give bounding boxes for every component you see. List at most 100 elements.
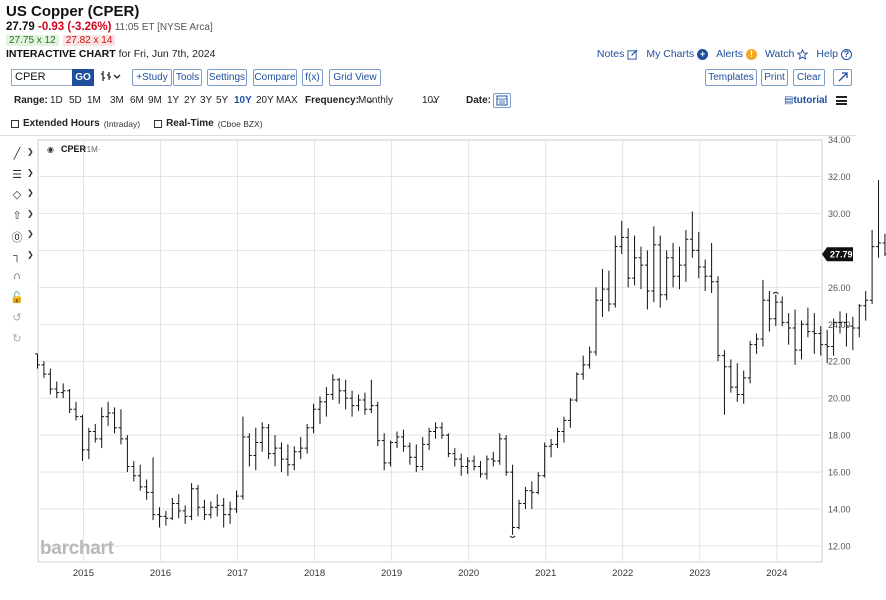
ohlc-bar bbox=[850, 316, 856, 351]
ohlc-bar bbox=[702, 259, 708, 292]
ohlc-bar bbox=[330, 374, 336, 401]
ohlc-bar bbox=[163, 510, 169, 526]
y-tick-label: 34.00 bbox=[828, 135, 851, 145]
ohlc-bar bbox=[118, 409, 124, 445]
ohlc-bar bbox=[837, 311, 843, 334]
ohlc-bar bbox=[696, 231, 702, 279]
price-chart[interactable]: 12.00 14.00 16.00 18.00 20.00 22.00 24.00 26.00… bbox=[0, 0, 886, 600]
ohlc-bar bbox=[593, 287, 599, 356]
ohlc-bar bbox=[343, 379, 349, 410]
ohlc-bar bbox=[760, 279, 766, 347]
plot-frame bbox=[37, 139, 823, 563]
ohlc-bar bbox=[612, 235, 618, 308]
ohlc-bar bbox=[394, 431, 400, 449]
barchart-logo: barchart bbox=[40, 538, 114, 559]
ohlc-bar bbox=[625, 228, 631, 288]
ohlc-bar bbox=[73, 401, 79, 421]
ohlc-bar bbox=[47, 368, 53, 395]
ohlc-bar bbox=[407, 442, 413, 465]
ohlc-bar bbox=[856, 303, 862, 338]
ohlc-bar bbox=[779, 296, 785, 327]
ohlc-bar bbox=[420, 436, 426, 471]
ohlc-bar bbox=[41, 361, 47, 378]
x-tick-label: 2020 bbox=[458, 568, 479, 579]
ohlc-bar bbox=[799, 320, 804, 360]
ohlc-bar bbox=[131, 461, 137, 482]
ohlc-bar bbox=[465, 457, 471, 474]
ohlc-bar bbox=[529, 481, 535, 510]
x-tick-label: 2024 bbox=[766, 568, 787, 579]
ohlc-bar bbox=[844, 313, 849, 347]
ohlc-bar bbox=[195, 485, 201, 517]
ohlc-bar bbox=[645, 250, 650, 310]
ohlc-bar bbox=[561, 416, 567, 443]
ohlc-bar bbox=[741, 370, 747, 404]
y-tick-label: 14.00 bbox=[828, 505, 851, 515]
y-tick-label: 24.00 bbox=[828, 320, 851, 330]
ohlc-bar bbox=[272, 435, 278, 467]
ohlc-bar bbox=[445, 433, 451, 458]
ohlc-bar bbox=[356, 394, 361, 412]
ohlc-bar bbox=[811, 313, 817, 354]
ohlc-bar bbox=[478, 461, 483, 478]
ohlc-bar bbox=[426, 427, 432, 450]
ohlc-bar bbox=[600, 268, 605, 317]
x-tick-label: 2021 bbox=[535, 568, 556, 579]
ohlc-bar bbox=[285, 444, 291, 476]
ohlc-bar bbox=[368, 379, 374, 413]
ohlc-bar bbox=[471, 455, 477, 471]
ohlc-bar bbox=[266, 424, 272, 460]
ohlc-bar bbox=[189, 483, 194, 521]
ohlc-bar bbox=[580, 355, 586, 380]
ohlc-bar bbox=[67, 388, 72, 413]
ohlc-bar bbox=[291, 446, 297, 471]
y-tick-label: 22.00 bbox=[828, 357, 851, 367]
ohlc-bar bbox=[452, 448, 458, 467]
ohlc-bar bbox=[606, 270, 612, 312]
ohlc-bar bbox=[574, 372, 580, 402]
ohlc-bar bbox=[773, 294, 779, 327]
y-tick-label: 20.00 bbox=[828, 394, 851, 404]
x-tick-label: 2019 bbox=[381, 568, 402, 579]
legend-symbol: CPER bbox=[61, 144, 87, 154]
ohlc-bar bbox=[176, 494, 182, 519]
ohlc-bar bbox=[259, 422, 265, 452]
ohlc-bar bbox=[413, 444, 419, 473]
ohlc-bar bbox=[401, 429, 406, 452]
ohlc-bar bbox=[863, 291, 869, 321]
x-tick-label: 2018 bbox=[304, 568, 325, 579]
ohlc-bar bbox=[144, 479, 150, 500]
ohlc-bar bbox=[792, 309, 798, 365]
ohlc-bar bbox=[157, 507, 162, 528]
low-marker bbox=[509, 535, 516, 538]
y-tick-label: 32.00 bbox=[828, 172, 851, 182]
ohlc-bar bbox=[722, 350, 727, 415]
x-tick-label: 2023 bbox=[689, 568, 710, 579]
ohlc-bar bbox=[555, 427, 560, 449]
x-tick-label: 2022 bbox=[612, 568, 633, 579]
high-marker bbox=[772, 291, 779, 295]
ohlc-bar bbox=[670, 242, 676, 288]
ohlc-bar bbox=[182, 505, 188, 524]
ohlc-bar bbox=[362, 392, 368, 415]
ohlc-bar bbox=[208, 501, 214, 519]
ohlc-bar bbox=[137, 464, 143, 491]
ohlc-bar bbox=[246, 433, 252, 467]
ohlc-bar bbox=[336, 377, 342, 404]
ohlc-bar bbox=[214, 494, 220, 517]
x-tick-label: 2016 bbox=[150, 568, 171, 579]
y-tick-label: 26.00 bbox=[828, 283, 851, 293]
eye-icon: ◉ bbox=[47, 145, 54, 154]
ohlc-bar bbox=[651, 226, 657, 303]
ohlc-bar bbox=[99, 407, 105, 449]
ohlc-bar bbox=[786, 313, 792, 345]
ohlc-bar bbox=[683, 230, 689, 282]
ohlc-bar bbox=[324, 387, 329, 417]
ohlc-bar bbox=[240, 416, 246, 500]
y-tick-label: 16.00 bbox=[828, 468, 851, 478]
ohlc-bar bbox=[876, 180, 881, 258]
ohlc-bar bbox=[202, 499, 207, 521]
ohlc-bar bbox=[349, 390, 355, 417]
ohlc-bar bbox=[112, 407, 117, 434]
ohlc-bar bbox=[657, 235, 663, 308]
